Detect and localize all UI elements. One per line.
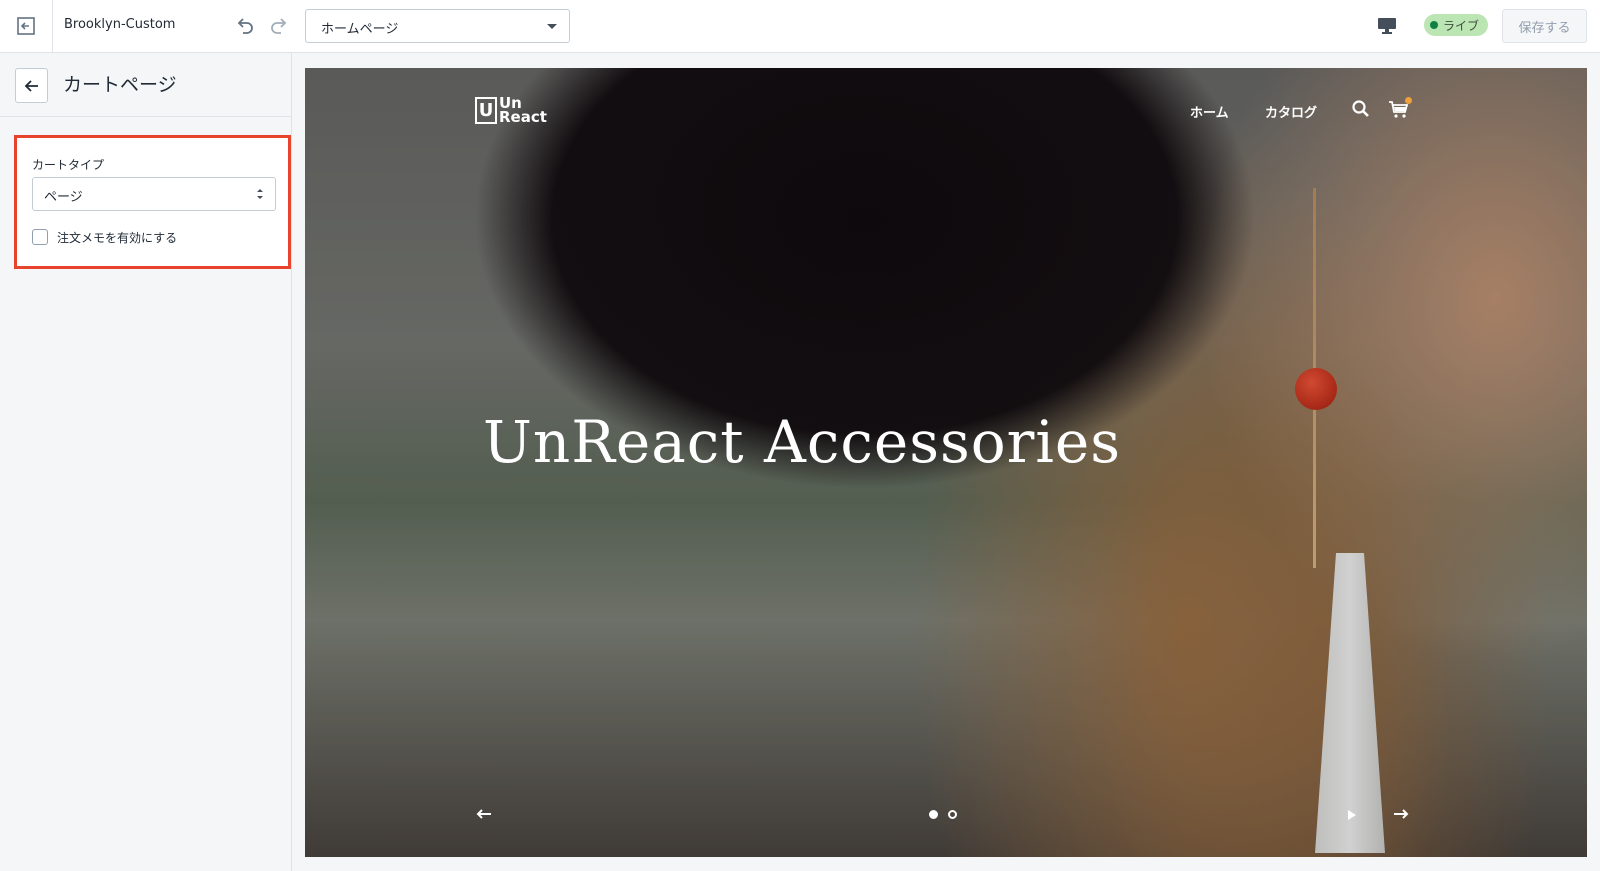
search-icon[interactable] <box>1351 99 1371 119</box>
arrow-right-icon[interactable] <box>1392 805 1410 823</box>
cart-type-label: カートタイプ <box>32 158 105 172</box>
sidebar-title: カートページ <box>63 74 177 96</box>
cart-count-indicator <box>1405 97 1412 104</box>
status-dot <box>1430 21 1438 29</box>
desktop-icon <box>1378 18 1396 34</box>
storefront-preview: U Un React ホーム カタログ UnReact Accessories <box>305 68 1587 857</box>
select-arrows-icon <box>257 189 263 199</box>
back-arrow-icon <box>24 79 38 92</box>
chevron-down-icon <box>547 24 557 29</box>
redo-icon <box>271 18 287 34</box>
page-selector[interactable]: ホームページ <box>305 9 570 43</box>
undo-button[interactable] <box>232 13 258 39</box>
play-icon[interactable] <box>1348 810 1356 820</box>
logo-text: Un React <box>499 96 547 126</box>
cart-settings-panel: カートタイプ ページ 注文メモを有効にする <box>14 135 291 269</box>
logo-box: U <box>475 96 497 124</box>
redo-button[interactable] <box>266 13 292 39</box>
slide-pagination <box>929 810 957 819</box>
exit-editor-button[interactable] <box>0 0 53 52</box>
store-logo[interactable]: U Un React <box>475 94 559 126</box>
back-button[interactable] <box>15 68 48 103</box>
logo-text-line2: React <box>499 108 547 126</box>
nav-home-link[interactable]: ホーム <box>1190 102 1229 121</box>
nav-catalog-link[interactable]: カタログ <box>1265 102 1317 121</box>
device-preview-button[interactable] <box>1374 14 1400 38</box>
hero-title: UnReact Accessories <box>483 408 1122 476</box>
order-note-checkbox[interactable] <box>32 229 48 245</box>
page-selector-value: ホームページ <box>321 22 399 37</box>
slide-dot-2[interactable] <box>948 810 957 819</box>
theme-name: Brooklyn-Custom <box>64 17 176 32</box>
settings-sidebar: カートページ カートタイプ ページ 注文メモを有効にする <box>0 53 292 871</box>
save-button[interactable]: 保存する <box>1502 9 1587 43</box>
sidebar-header: カートページ <box>0 53 291 117</box>
live-status-badge: ライブ <box>1424 14 1489 36</box>
arrow-left-icon[interactable] <box>475 805 493 823</box>
status-badge-label: ライブ <box>1443 18 1480 33</box>
order-note-label: 注文メモを有効にする <box>57 230 178 245</box>
editor-topbar: Brooklyn-Custom ホームページ ライブ 保存する <box>0 0 1600 53</box>
cart-type-value: ページ <box>44 190 83 205</box>
exit-icon <box>17 17 35 35</box>
slide-dot-1[interactable] <box>929 810 938 819</box>
order-note-option[interactable]: 注文メモを有効にする <box>32 228 177 246</box>
undo-icon <box>237 18 253 34</box>
cart-type-select[interactable]: ページ <box>32 177 276 211</box>
